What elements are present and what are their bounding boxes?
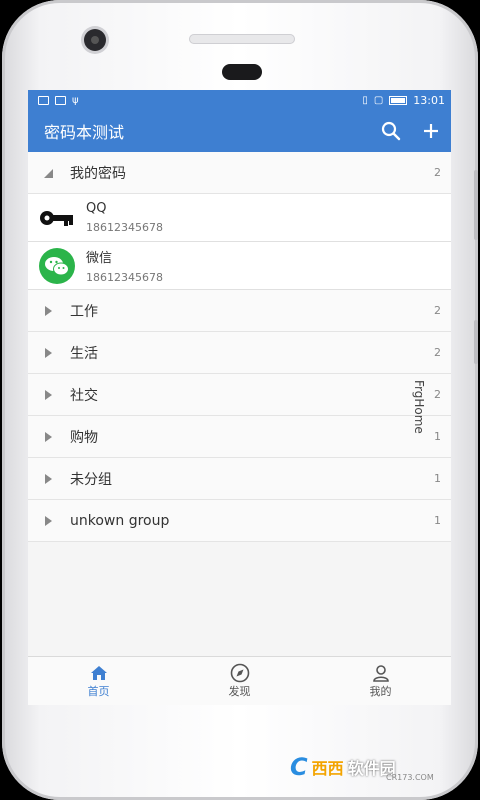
search-icon[interactable] — [371, 110, 411, 152]
compass-icon — [230, 663, 250, 683]
collapsed-triangle-icon — [42, 347, 58, 359]
group-count: 2 — [434, 304, 441, 317]
entry-row-qq[interactable]: QQ 18612345678 — [28, 194, 451, 242]
collapsed-triangle-icon — [42, 389, 58, 401]
tab-discover[interactable]: 发现 — [169, 657, 310, 705]
group-name: 社交 — [70, 387, 98, 404]
group-row-my-passwords[interactable]: 我的密码 2 — [28, 152, 451, 194]
group-count: 1 — [434, 472, 441, 485]
app-title: 密码本测试 — [44, 123, 125, 142]
group-list: 我的密码 2 QQ 18612345678 微信 18612345678 工作 … — [28, 152, 451, 542]
entry-name: QQ — [86, 201, 107, 216]
usb-icon: ψ — [72, 94, 79, 106]
collapsed-triangle-icon — [42, 515, 58, 527]
tab-label: 首页 — [87, 685, 110, 698]
group-row-ungrouped[interactable]: 未分组 1 — [28, 458, 451, 500]
group-row-shopping[interactable]: 购物 1 — [28, 416, 451, 458]
collapsed-triangle-icon — [42, 431, 58, 443]
user-icon — [372, 663, 390, 683]
group-name: 生活 — [70, 345, 98, 362]
expanded-triangle-icon — [42, 167, 58, 179]
collapsed-triangle-icon — [42, 305, 58, 317]
group-name: unkown group — [70, 512, 170, 529]
status-time: 13:01 — [413, 93, 445, 107]
bottom-nav: 首页 发现 我的 — [28, 656, 451, 705]
group-count: 2 — [434, 166, 441, 179]
key-icon — [38, 199, 76, 237]
group-name: 未分组 — [70, 471, 112, 488]
tab-mine[interactable]: 我的 — [310, 657, 451, 705]
group-name: 工作 — [70, 303, 98, 320]
group-count: 1 — [434, 430, 441, 443]
entry-row-wechat[interactable]: 微信 18612345678 — [28, 242, 451, 290]
group-row-social[interactable]: 社交 2 — [28, 374, 451, 416]
image-icon — [55, 95, 66, 105]
app-bar: 密码本测试 — [28, 110, 451, 152]
tab-label: 我的 — [369, 685, 392, 698]
home-icon — [90, 663, 108, 683]
entry-name: 微信 — [86, 251, 113, 266]
earpiece-speaker — [189, 34, 295, 44]
collapsed-triangle-icon — [42, 473, 58, 485]
vibrate-icon: ▯ — [362, 94, 368, 106]
sim-icon: ▢ — [373, 94, 384, 106]
app-screen: ψ ▯ ▢ 13:01 密码本测试 我的密码 2 QQ 18612345678 … — [28, 90, 451, 705]
watermark: C 西西 软件园 CR173.COM — [290, 752, 460, 782]
group-row-work[interactable]: 工作 2 — [28, 290, 451, 332]
tab-home[interactable]: 首页 — [28, 657, 169, 705]
plus-icon[interactable] — [411, 110, 451, 152]
fragment-label: FrgHome — [412, 380, 426, 434]
watermark-brand: 西西 — [311, 759, 344, 778]
entry-number: 18612345678 — [86, 271, 163, 284]
phone-frame: ψ ▯ ▢ 13:01 密码本测试 我的密码 2 QQ 18612345678 … — [2, 0, 478, 800]
entry-number: 18612345678 — [86, 221, 163, 234]
battery-icon — [389, 95, 408, 105]
group-count: 2 — [434, 388, 441, 401]
group-name: 我的密码 — [70, 165, 126, 182]
status-bar: ψ ▯ ▢ 13:01 — [28, 90, 451, 110]
notification-icon — [38, 95, 49, 105]
group-row-life[interactable]: 生活 2 — [28, 332, 451, 374]
watermark-logo: C — [290, 753, 308, 781]
group-name: 购物 — [70, 429, 98, 446]
group-row-unknown[interactable]: unkown group 1 — [28, 500, 451, 542]
group-count: 2 — [434, 346, 441, 359]
tab-label: 发现 — [228, 685, 251, 698]
watermark-site: CR173.COM — [386, 773, 434, 782]
group-count: 1 — [434, 514, 441, 527]
front-camera — [84, 29, 106, 51]
wechat-icon — [38, 247, 76, 285]
power-button — [474, 320, 478, 364]
proximity-sensor — [222, 64, 262, 80]
volume-button — [474, 170, 478, 240]
